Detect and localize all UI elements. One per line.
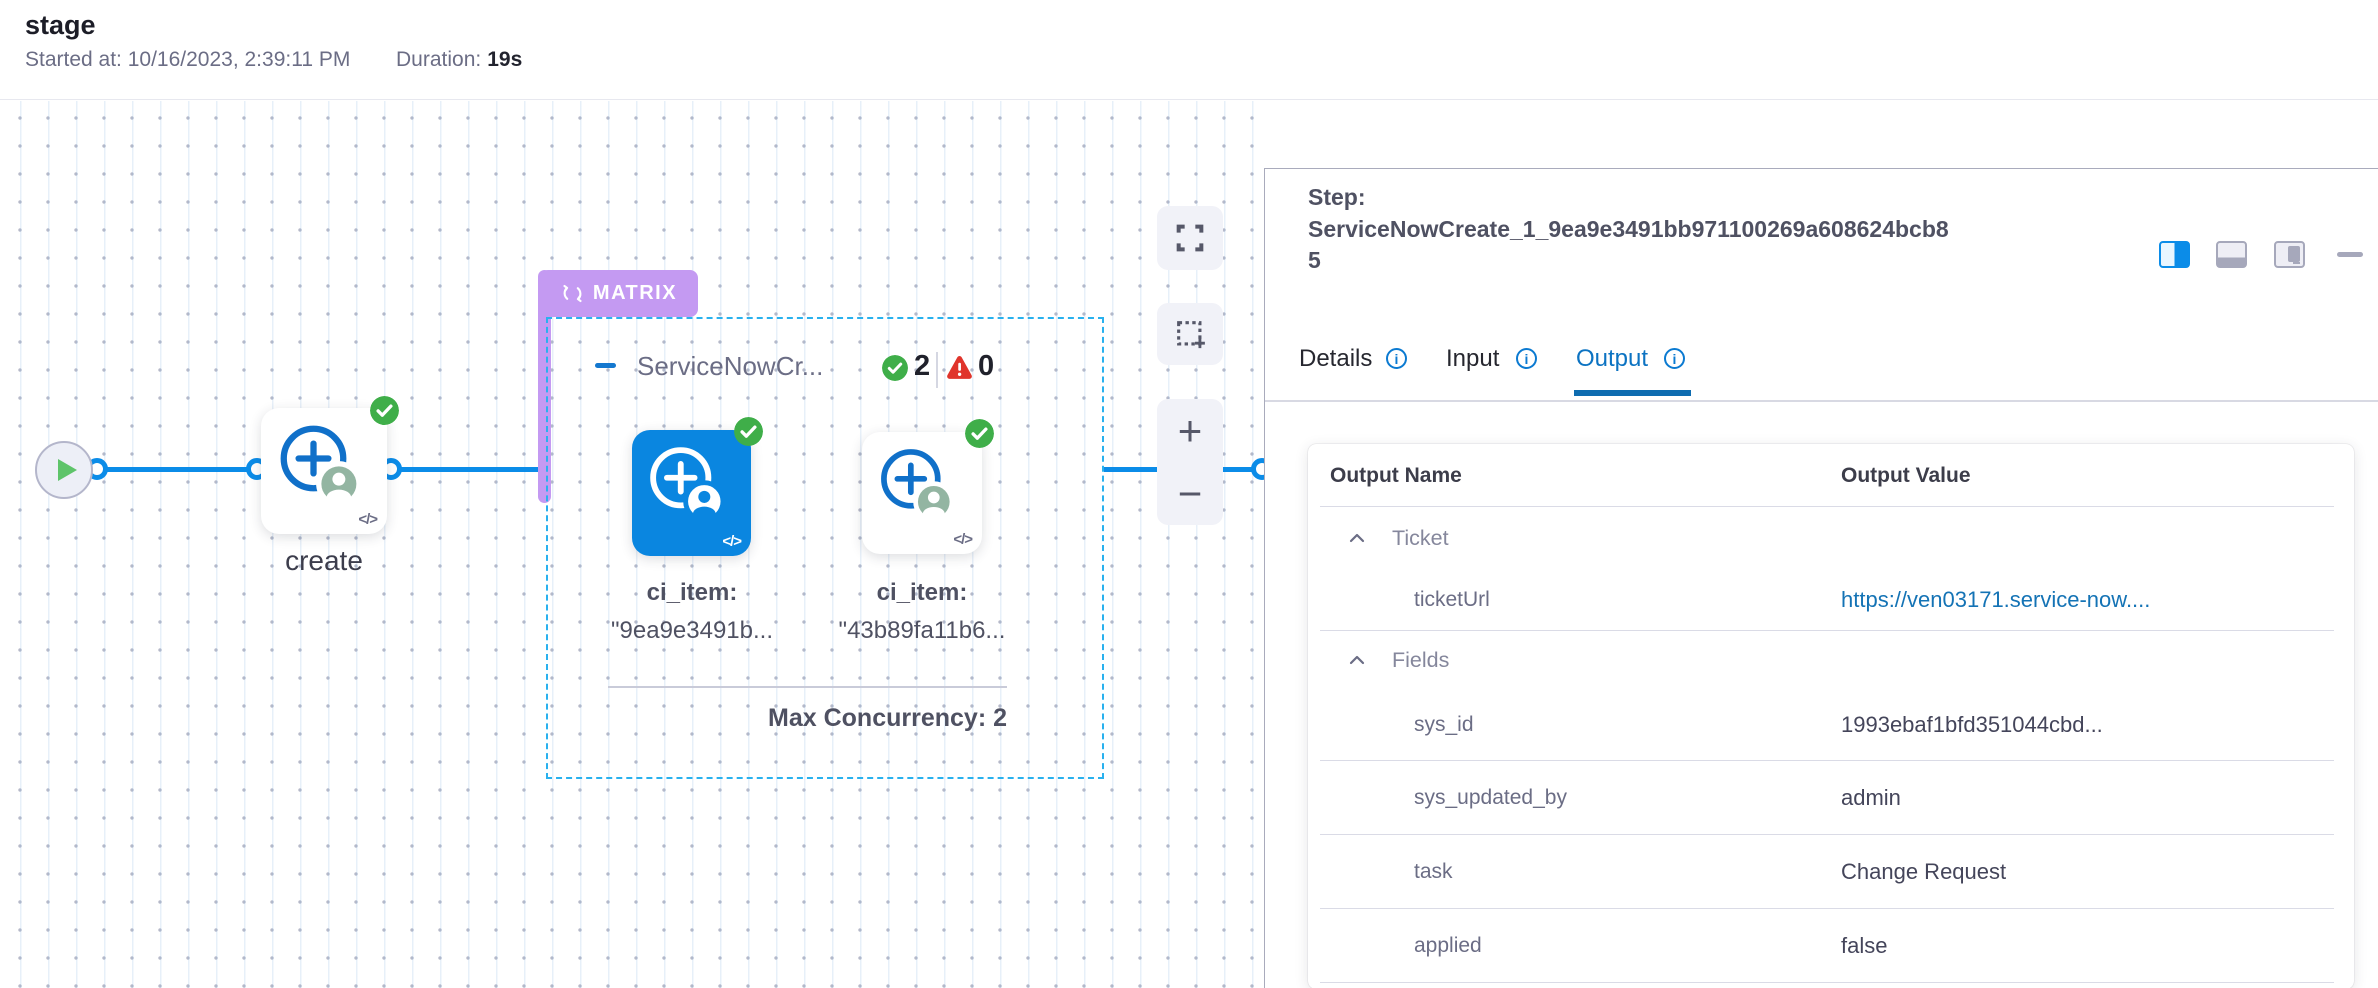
stage-title: stage [25, 10, 96, 41]
table-row: sys_id 1993ebaf1bfd351044cbd... [1308, 689, 2354, 761]
info-icon[interactable]: i [1664, 348, 1685, 369]
servicenow-step-icon [876, 444, 952, 520]
ticket-url-link[interactable]: https://ven03171.service-now.... [1841, 587, 2150, 613]
active-tab-indicator [1574, 390, 1691, 396]
chevron-up-icon[interactable] [1349, 655, 1365, 665]
output-value: admin [1841, 785, 1901, 811]
edge-start-create [97, 467, 257, 472]
matrix-item-key: ci_item: [647, 579, 738, 606]
marquee-selection-icon [1173, 317, 1207, 351]
zoom-out-button[interactable]: − [1157, 462, 1223, 525]
table-row: task Change Request [1308, 835, 2354, 909]
success-badge-icon [734, 417, 763, 446]
marquee-select-button[interactable] [1157, 303, 1223, 365]
matrix-badge: MATRIX [540, 270, 698, 317]
group-row-ticket[interactable]: Ticket [1308, 507, 2354, 569]
started-at-text: Started at: 10/16/2023, 2:39:11 PM [25, 48, 350, 72]
play-icon [58, 459, 77, 481]
matrix-failure-icon [946, 355, 973, 380]
matrix-item-value: "43b89fa11b6... [839, 617, 1006, 644]
duration-label: Duration: [396, 48, 481, 71]
minimize-panel-button[interactable] [2337, 252, 2363, 257]
duration-text: Duration: 19s [396, 48, 522, 72]
matrix-title: ServiceNowCr... [637, 351, 823, 382]
tab-input[interactable]: Input [1446, 345, 1499, 373]
max-concurrency-label: Max Concurrency: 2 [607, 704, 1007, 733]
matrix-item-value: "9ea9e3491b... [611, 617, 773, 644]
started-at-value: 10/16/2023, 2:39:11 PM [128, 48, 351, 71]
table-row: sys_updated_by admin [1308, 761, 2354, 835]
fullscreen-icon [1173, 222, 1207, 254]
code-glyph-icon: </> [722, 533, 741, 550]
info-icon[interactable]: i [1386, 348, 1407, 369]
count-divider [936, 352, 938, 388]
start-node[interactable] [35, 441, 93, 499]
output-value: 1993ebaf1bfd351044cbd... [1841, 712, 2103, 738]
tab-output[interactable]: Output [1576, 345, 1648, 373]
step-details-panel: Step: ServiceNowCreate_1_9ea9e3491bb9711… [1264, 168, 2378, 988]
step-title: Step: ServiceNowCreate_1_9ea9e3491bb9711… [1308, 182, 1953, 277]
matrix-badge-label: MATRIX [593, 282, 677, 305]
output-name: ticketUrl [1414, 588, 1490, 612]
output-name: sys_id [1414, 713, 1474, 737]
fit-view-button[interactable] [1157, 206, 1223, 270]
output-value: false [1841, 933, 1887, 959]
table-header-row: Output Name Output Value [1308, 444, 2354, 507]
matrix-failure-count: 0 [978, 350, 994, 383]
started-at-label: Started at: [25, 48, 122, 71]
output-name: applied [1414, 934, 1482, 958]
layout-right-button[interactable] [2159, 241, 2190, 268]
matrix-success-count: 2 [914, 350, 930, 383]
tab-divider [1265, 400, 2378, 402]
pipeline-execution-screen: stage Started at: 10/16/2023, 2:39:11 PM… [0, 0, 2378, 988]
matrix-item-label-2: ci_item: "43b89fa11b6... [819, 574, 1025, 650]
matrix-step-node-2[interactable]: </> [862, 432, 982, 554]
zoom-in-button[interactable]: + [1157, 399, 1223, 462]
loop-icon [561, 282, 584, 305]
output-value-header: Output Value [1841, 464, 1971, 488]
success-badge-icon [965, 419, 994, 448]
servicenow-step-icon [645, 442, 723, 520]
matrix-divider [608, 686, 1007, 688]
group-label: Ticket [1392, 526, 1449, 551]
tab-details[interactable]: Details [1299, 345, 1372, 373]
code-glyph-icon: </> [953, 531, 972, 548]
pipeline-canvas[interactable]: </> create MATRIX ServiceNowCr... 2 [0, 101, 1264, 988]
create-node-label: create [261, 545, 387, 577]
code-glyph-icon: </> [358, 511, 377, 528]
output-name: task [1414, 860, 1453, 884]
duration-value: 19s [487, 48, 522, 71]
matrix-success-icon [882, 355, 908, 381]
table-row: ticketUrl https://ven03171.service-now..… [1308, 569, 2354, 631]
success-badge-icon [370, 396, 399, 425]
group-row-fields[interactable]: Fields [1308, 631, 2354, 689]
matrix-step-node-1[interactable]: </> [632, 430, 751, 556]
zoom-control: + − [1157, 399, 1223, 525]
output-value: Change Request [1841, 859, 2006, 885]
stage-header: stage Started at: 10/16/2023, 2:39:11 PM… [0, 0, 2378, 100]
table-row: applied false [1308, 909, 2354, 983]
step-node-create[interactable]: </> [261, 408, 387, 534]
output-name-header: Output Name [1330, 464, 1462, 488]
layout-bottom-button[interactable] [2216, 241, 2247, 268]
output-table: Output Name Output Value Ticket ticketUr… [1308, 444, 2354, 988]
info-icon[interactable]: i [1516, 348, 1537, 369]
servicenow-step-icon [275, 420, 359, 504]
output-name: sys_updated_by [1414, 786, 1567, 810]
edge-create-matrix [391, 467, 546, 472]
group-label: Fields [1392, 648, 1449, 673]
chevron-up-icon[interactable] [1349, 533, 1365, 543]
matrix-item-key: ci_item: [877, 579, 968, 606]
matrix-collapse-button[interactable] [595, 363, 616, 368]
layout-float-button[interactable] [2274, 241, 2305, 268]
matrix-item-label-1: ci_item: "9ea9e3491b... [589, 574, 795, 650]
